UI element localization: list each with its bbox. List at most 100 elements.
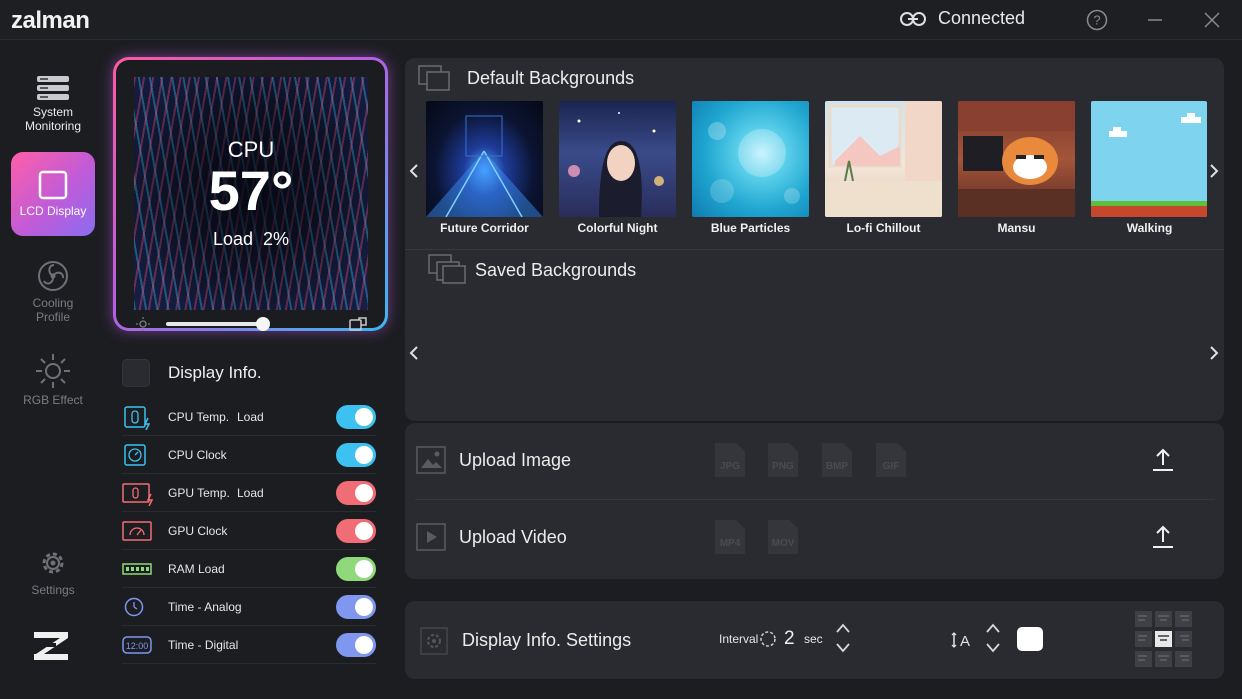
saved-backgrounds-title: Saved Backgrounds (475, 260, 637, 280)
lcd-screen: CPU 57° Load 2% (134, 77, 368, 310)
preview-load-label: Load (212, 229, 253, 249)
preview-load-value: 2% (263, 229, 290, 249)
nav-cooling-profile[interactable]: Cooling Profile (11, 250, 95, 334)
cpu-temp-icon (124, 406, 151, 430)
nav-label: Cooling Profile (32, 296, 74, 324)
display-info-sublabel: Load (237, 410, 264, 424)
brightness-icon (136, 317, 150, 331)
time-analog-toggle[interactable] (336, 595, 376, 619)
particles-art (708, 122, 800, 204)
preview-load: Load 2% (134, 229, 368, 250)
png-format-icon: PNG (768, 443, 798, 477)
lcd-square-icon (38, 170, 68, 200)
upload-icon (1153, 525, 1173, 548)
gpu-temp-toggle[interactable] (336, 481, 376, 505)
connection-status: Connected (900, 8, 1025, 29)
svg-text:?: ? (1093, 13, 1100, 28)
bg-label: Mansu (997, 221, 1036, 235)
gear-icon (42, 552, 64, 574)
lcd-preview: CPU 57° Load 2% (113, 57, 388, 331)
nav-system-monitoring[interactable]: System Monitoring (11, 62, 95, 146)
connection-label: Connected (938, 8, 1026, 28)
help-button[interactable]: ? (1085, 8, 1109, 32)
bg-thumb-mansu[interactable] (958, 101, 1075, 217)
chevron-up-icon[interactable] (986, 623, 1000, 633)
mov-format-icon: MOV (768, 520, 798, 554)
alignment-grid-icon[interactable] (1135, 611, 1192, 667)
time-digital-toggle[interactable] (336, 633, 376, 657)
gpu-clock-toggle[interactable] (336, 519, 376, 543)
font-color-swatch[interactable] (1017, 627, 1043, 651)
app-logo: zalman (11, 7, 90, 34)
brightness-slider-knob[interactable] (256, 317, 270, 331)
bg-label: Future Corridor (440, 221, 529, 235)
interval-value[interactable]: 2 (784, 628, 795, 650)
svg-text:A: A (960, 633, 970, 649)
cpu-clock-toggle[interactable] (336, 443, 376, 467)
server-stack-icon (37, 76, 69, 100)
upload-image-button[interactable] (1150, 447, 1176, 473)
section-divider (405, 249, 1224, 250)
rotate-screen-icon[interactable] (349, 317, 367, 331)
cpu-temp-toggle[interactable] (336, 405, 376, 429)
display-info-settings-title: Display Info. Settings (462, 630, 632, 650)
display-info-row-cpu-clock: CPU Clock (122, 436, 376, 474)
nav-label: LCD Display (19, 204, 87, 218)
nav-settings[interactable]: Settings (11, 530, 95, 614)
saved-bg-next-button[interactable] (1207, 346, 1221, 360)
display-info-header: Display Info. (122, 359, 262, 387)
bg-thumb-colorful-night[interactable] (559, 101, 676, 217)
font-size-icon: A (951, 632, 970, 649)
display-info-label: GPU Clock (168, 524, 228, 538)
chevron-down-icon[interactable] (986, 643, 1000, 653)
minimize-button[interactable] (1143, 8, 1167, 32)
display-info-row-cpu-temp: CPU Temp. Load (122, 398, 376, 436)
bg-thumb-blue-particles[interactable] (692, 101, 809, 217)
lofi-room-art (825, 101, 942, 217)
chevron-left-icon (409, 346, 418, 360)
preview-value: 57° (208, 159, 294, 222)
display-info-label: Time - Digital (168, 638, 239, 652)
display-info-row-gpu-clock: GPU Clock (122, 512, 376, 550)
format-label: BMP (825, 461, 849, 472)
ram-load-toggle[interactable] (336, 557, 376, 581)
display-info-row-ram-load: RAM Load (122, 550, 376, 588)
saved-bg-prev-button[interactable] (407, 346, 421, 360)
bg-thumb-future-corridor[interactable] (426, 101, 543, 217)
display-info-row-time-analog: Time - Analog (122, 588, 376, 626)
font-size-stepper[interactable] (986, 623, 1000, 657)
text-position-grid[interactable] (1135, 611, 1192, 667)
upload-video-button[interactable] (1150, 524, 1176, 550)
chevron-right-icon (1210, 164, 1219, 178)
nav-rgb-effect[interactable]: RGB Effect (11, 338, 95, 422)
interval-stepper[interactable] (836, 623, 850, 657)
default-bg-prev-button[interactable] (407, 164, 421, 178)
saved-backgrounds-icon (428, 254, 466, 284)
side-nav: System Monitoring LCD Display Cooling Pr… (0, 40, 106, 699)
bg-label: Lo-fi Chillout (846, 221, 921, 235)
brightness-control (136, 317, 368, 331)
default-bg-next-button[interactable] (1207, 164, 1221, 178)
chevron-up-icon[interactable] (836, 623, 850, 633)
nav-lcd-display[interactable]: LCD Display (11, 152, 95, 236)
display-info-label: Time - Analog (168, 600, 242, 614)
sun-icon (36, 354, 70, 388)
display-info-checkbox[interactable] (122, 359, 150, 387)
bg-thumb-lofi-chillout[interactable] (825, 101, 942, 217)
nav-label: RGB Effect (23, 393, 83, 407)
bg-label: Walking (1126, 221, 1173, 235)
bg-thumb-walking[interactable] (1091, 101, 1207, 217)
close-button[interactable] (1200, 8, 1224, 32)
chevron-right-icon (1210, 346, 1219, 360)
ram-icon (122, 563, 152, 575)
upload-divider (415, 499, 1215, 500)
brightness-slider[interactable] (166, 322, 264, 326)
gif-format-icon: GIF (876, 443, 906, 477)
format-label: MP4 (719, 538, 741, 549)
display-info-label: CPU Clock (168, 448, 227, 462)
minimize-icon (1148, 19, 1162, 21)
gpu-clock-icon (122, 521, 152, 541)
format-label: PNG (772, 461, 794, 472)
chevron-down-icon[interactable] (836, 643, 850, 653)
mansu-character-art (958, 101, 1075, 217)
